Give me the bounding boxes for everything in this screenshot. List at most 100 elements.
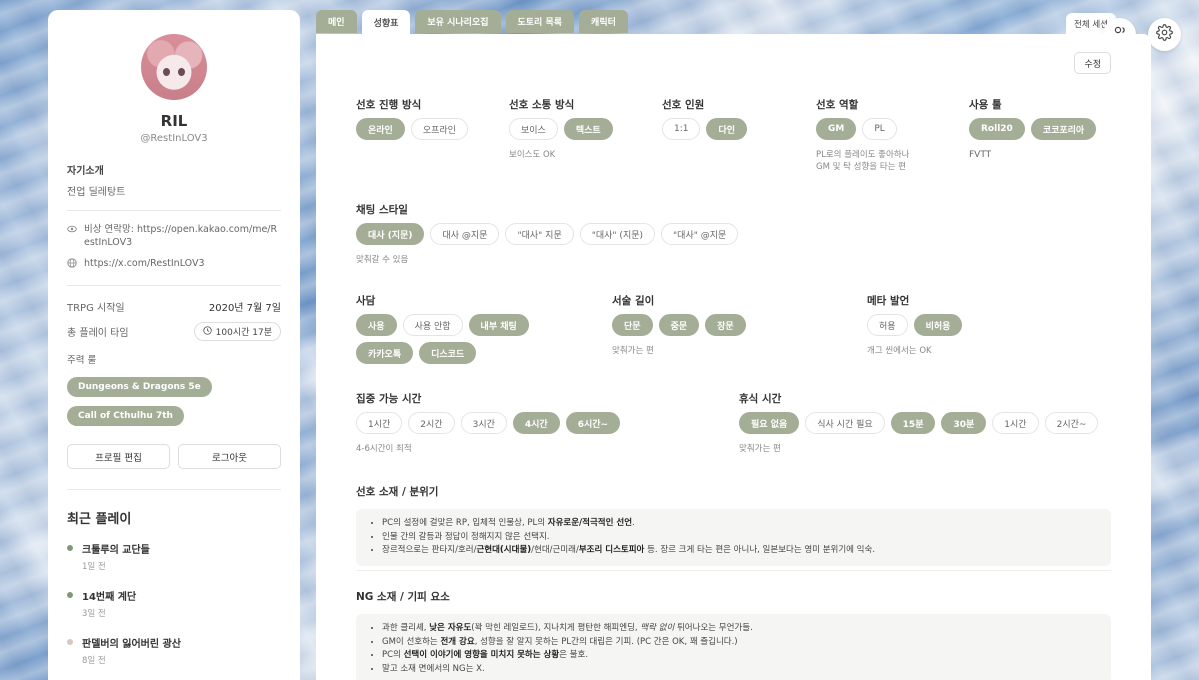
chip-short[interactable]: 단문 — [612, 314, 653, 336]
chip-chat-style[interactable]: "대사" @지문 — [661, 223, 739, 245]
likes-section: 선호 소재 / 분위기 PC의 설정에 걸맞은 RP, 입체적 인물상, PL의… — [356, 484, 1111, 566]
ng-item: 과한 클리셰, 낮은 자유도(꽉 막힌 레일로드), 지나치게 평탄한 해피엔딩… — [382, 622, 1097, 636]
pref-title: 집중 가능 시간 — [356, 393, 422, 405]
recent-play-name[interactable]: 판델버의 잃어버린 광산 — [82, 635, 181, 650]
chip-text[interactable]: 텍스트 — [563, 118, 613, 140]
eye-icon — [67, 224, 78, 249]
ng-item: 말고 소재 면에서의 NG는 X. — [382, 663, 1097, 677]
chip-multi[interactable]: 다인 — [706, 118, 748, 140]
chip-rest[interactable]: 1시간 — [992, 412, 1039, 434]
likes-title: 선호 소재 / 분위기 — [356, 486, 439, 498]
status-dot — [67, 639, 73, 645]
chip-side-use[interactable]: 사용 — [356, 314, 397, 336]
intro-label: 자기소개 — [67, 166, 104, 177]
divider — [67, 489, 281, 490]
chip-roll20[interactable]: Roll20 — [969, 118, 1025, 140]
pref-note: 개그 씬에서는 OK — [867, 346, 932, 356]
recent-play-item[interactable]: 판델버의 잃어버린 광산 8일 전 — [67, 635, 281, 666]
chip-focus[interactable]: 2시간 — [408, 412, 455, 434]
chip-chat-style[interactable]: 대사 @지문 — [430, 223, 500, 245]
chip-rest[interactable]: 2시간~ — [1044, 412, 1099, 434]
pref-focus-time: 집중 가능 시간 1시간 2시간 3시간 4시간 6시간~ 4-6시간이 최적 — [356, 391, 621, 455]
pref-title: 선호 인원 — [662, 99, 705, 111]
pref-note: 보이스도 OK — [509, 150, 556, 160]
tab-main[interactable]: 메인 — [316, 10, 357, 33]
chip-kakaotalk[interactable]: 카카오톡 — [356, 342, 414, 364]
chip-online[interactable]: 온라인 — [356, 118, 405, 140]
settings-button[interactable] — [1148, 18, 1181, 51]
tab-characters[interactable]: 캐릭터 — [579, 10, 628, 33]
pref-length: 서술 길이 단문 중문 장문 맞춰가는 편 — [612, 293, 746, 357]
divider — [67, 210, 281, 211]
trpg-start-value: 2020년 7월 7일 — [208, 303, 281, 314]
pref-title: 휴식 시간 — [739, 393, 782, 405]
twitter-link[interactable]: https://x.com/RestInLOV3 — [84, 257, 205, 273]
globe-icon — [67, 258, 78, 273]
ng-item: GM이 선호하는 전개 강요, 성향을 잘 알지 못하는 PL간의 대립은 기피… — [382, 636, 1097, 650]
chip-pl[interactable]: PL — [862, 118, 897, 140]
chip-one-on-one[interactable]: 1:1 — [662, 118, 701, 140]
gear-icon — [1156, 24, 1173, 45]
chip-side-none[interactable]: 사용 안함 — [402, 314, 463, 336]
logout-button[interactable]: 로그아웃 — [178, 444, 281, 469]
recent-play-name[interactable]: 크툴루의 교단들 — [82, 541, 150, 556]
chip-chat-style[interactable]: "대사" 지문 — [505, 223, 574, 245]
divider — [67, 285, 281, 286]
chip-medium[interactable]: 중문 — [658, 314, 700, 336]
pref-rest-time: 휴식 시간 필요 없음 식사 시간 필요 15분 30분 1시간 2시간~ 맞춰… — [739, 391, 1099, 455]
recent-play-name[interactable]: 14번째 계단 — [82, 588, 136, 603]
pref-note: 맞춰갈 수 있음 — [356, 255, 409, 265]
twitter-row[interactable]: https://x.com/RestInLOV3 — [67, 257, 281, 273]
likes-list: PC의 설정에 걸맞은 RP, 입체적 인물상, PL의 자유로운/적극적인 선… — [356, 509, 1111, 566]
chip-discord[interactable]: 디스코드 — [419, 342, 477, 364]
playtime-row: 총 플레이 타임 100시간 17분 — [67, 322, 281, 341]
pref-title: 사용 툴 — [969, 99, 1002, 111]
ng-list: 과한 클리셰, 낮은 자유도(꽉 막힌 레일로드), 지나치게 평탄한 해피엔딩… — [356, 614, 1111, 680]
chip-focus[interactable]: 6시간~ — [565, 412, 621, 434]
chip-meta-deny[interactable]: 비허용 — [913, 314, 963, 336]
chip-offline[interactable]: 오프라인 — [410, 118, 468, 140]
chip-internal-chat[interactable]: 내부 채팅 — [468, 314, 529, 336]
ng-item: PC의 선택이 이야기에 영향을 미치지 못하는 상황은 불호. — [382, 649, 1097, 663]
status-dot — [67, 545, 73, 551]
chip-rest[interactable]: 15분 — [890, 412, 936, 434]
pref-note-line: GM 및 탁 성향을 타는 편 — [816, 162, 906, 172]
recent-play-item[interactable]: 크툴루의 교단들 1일 전 — [67, 541, 281, 572]
pref-tools: 사용 툴 Roll20 코코포리아 FVTT — [969, 97, 1097, 161]
edit-button[interactable]: 수정 — [1074, 52, 1111, 74]
edit-profile-button[interactable]: 프로필 편집 — [67, 444, 170, 469]
chip-focus[interactable]: 1시간 — [356, 412, 403, 434]
likes-item: 인물 간의 갈등과 정답이 정해지지 않은 선택지. — [382, 531, 1097, 545]
chip-rest[interactable]: 식사 시간 필요 — [805, 412, 885, 434]
chip-focus[interactable]: 3시간 — [460, 412, 507, 434]
chip-meta-allow[interactable]: 허용 — [867, 314, 908, 336]
chip-cocoforia[interactable]: 코코포리아 — [1030, 118, 1097, 140]
recent-play-item[interactable]: 14번째 계단 3일 전 — [67, 588, 281, 619]
chip-rest[interactable]: 필요 없음 — [739, 412, 800, 434]
tab-preferences[interactable]: 성향표 — [361, 10, 411, 34]
chip-chat-style[interactable]: 대사 (지문) — [356, 223, 425, 245]
tab-acorns[interactable]: 도토리 목록 — [505, 10, 575, 33]
pref-note: 4-6시간이 최적 — [356, 444, 412, 454]
contact-row[interactable]: 비상 연락망: https://open.kakao.com/me/RestIn… — [67, 223, 281, 249]
chip-chat-style[interactable]: "대사" (지문) — [579, 223, 656, 245]
tab-scenarios[interactable]: 보유 시나리오집 — [415, 10, 501, 33]
chip-voice[interactable]: 보이스 — [509, 118, 558, 140]
chip-rest[interactable]: 30분 — [941, 412, 987, 434]
chip-long[interactable]: 장문 — [705, 314, 746, 336]
pref-note: 맞춰가는 편 — [612, 346, 654, 356]
main-tabs: 메인 성향표 보유 시나리오집 도토리 목록 캐릭터 — [316, 10, 628, 34]
chip-gm[interactable]: GM — [816, 118, 857, 140]
profile-name: RIL — [160, 112, 188, 130]
likes-item: PC의 설정에 걸맞은 RP, 입체적 인물상, PL의 자유로운/적극적인 선… — [382, 517, 1097, 531]
playtime-value: 100시간 17분 — [215, 328, 272, 338]
chip-focus[interactable]: 4시간 — [512, 412, 560, 434]
contact-link[interactable]: 비상 연락망: https://open.kakao.com/me/RestIn… — [84, 223, 281, 249]
avatar[interactable] — [141, 34, 207, 100]
recent-play-date: 1일 전 — [82, 562, 106, 572]
pref-side-talk: 사담 사용 사용 안함 내부 채팅 카카오톡 디스코드 — [356, 293, 556, 364]
likes-item: 장르적으로는 판타지/호러/근현대(시대물)/현대/근미래/부조리 디스토피아 … — [382, 544, 1097, 558]
pref-progress: 선호 진행 방식 온라인 오프라인 — [356, 97, 468, 140]
clock-icon — [202, 325, 212, 338]
preferences-panel: 수정 선호 진행 방식 온라인 오프라인 선호 소통 방식 보이스 텍스트 보이… — [316, 34, 1151, 680]
